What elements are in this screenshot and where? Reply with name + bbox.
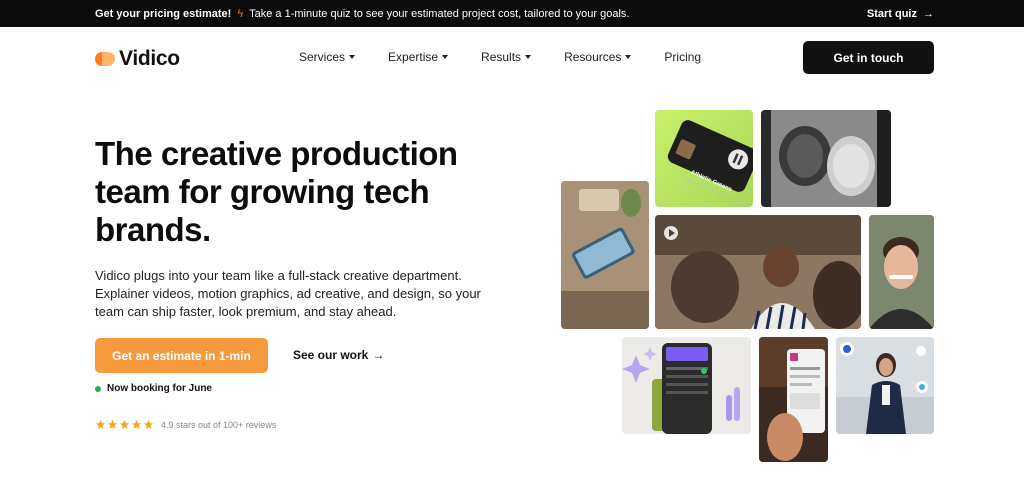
nav-item-pricing[interactable]: Pricing: [664, 50, 701, 64]
gallery-tile-app-ui[interactable]: [622, 337, 751, 434]
start-quiz-link[interactable]: Start quiz →: [867, 0, 934, 27]
friends-photo: [761, 110, 891, 207]
gallery-tile-cafe-video[interactable]: [655, 215, 861, 329]
logo-text: Vidico: [119, 47, 180, 70]
rating-text: 4.9 stars out of 100+ reviews: [161, 419, 277, 430]
arrow-right-icon: →: [372, 348, 385, 362]
phone-illustration: Athletic Greens Take your health and fit…: [667, 120, 753, 207]
gallery-tile-music-app[interactable]: Athletic Greens Take your health and fit…: [655, 110, 753, 207]
nav-item-label: Services: [299, 50, 346, 64]
caret-down-icon: [442, 55, 449, 59]
tablet-photo: [561, 181, 649, 329]
cafe-photo: [655, 215, 861, 329]
gallery-tile-tablet-photo[interactable]: [561, 181, 649, 329]
gallery-tile-phone-hand[interactable]: [759, 337, 828, 462]
announcement-bar: Get your pricing estimate! ϟ Take a 1-mi…: [0, 0, 1024, 27]
vidico-logo-icon: [95, 52, 115, 66]
see-our-work-link[interactable]: See our work →: [293, 348, 384, 362]
phone-hand-photo: [759, 337, 828, 462]
caret-down-icon: [349, 55, 356, 59]
rating: 4.9 stars out of 100+ reviews: [95, 419, 276, 430]
app-ui-illustration: [622, 337, 751, 434]
rating-stars: [95, 419, 154, 430]
start-quiz-label: Start quiz: [866, 7, 917, 20]
nav-item-results[interactable]: Results: [481, 50, 532, 64]
hero-title: The creative production team for growing…: [95, 135, 458, 248]
star-icon: [95, 419, 106, 429]
booking-text: Now booking for June: [107, 383, 212, 394]
star-icon: [143, 419, 154, 429]
star-icon: [107, 419, 118, 429]
nav-item-label: Expertise: [388, 50, 439, 64]
gallery-tile-friends-photo[interactable]: [761, 110, 891, 207]
hero-description: Vidico plugs into your team like a full-…: [95, 268, 481, 319]
gallery-tile-woman-office[interactable]: [836, 337, 934, 434]
announcement-text: Take a 1-minute quiz to see your estimat…: [249, 7, 630, 20]
get-estimate-button[interactable]: Get an estimate in 1-min: [95, 338, 268, 373]
see-our-work-label: See our work: [293, 348, 369, 362]
get-in-touch-button[interactable]: Get in touch: [803, 41, 934, 74]
caret-down-icon: [625, 55, 632, 59]
announcement-bold: Get your pricing estimate!: [95, 7, 232, 20]
star-icon: [119, 419, 130, 429]
nav-menu: Services Expertise Results Resources Pri…: [299, 50, 734, 64]
logo[interactable]: Vidico: [95, 47, 180, 71]
nav-item-label: Pricing: [664, 50, 702, 64]
woman-office-photo: [836, 337, 934, 434]
nav-item-label: Resources: [564, 50, 622, 64]
booking-status: Now booking for June: [95, 383, 212, 394]
announcement-message: Get your pricing estimate! ϟ Take a 1-mi…: [95, 0, 629, 27]
status-dot-icon: [95, 385, 101, 392]
nav-item-services[interactable]: Services: [299, 50, 356, 64]
nav-item-resources[interactable]: Resources: [564, 50, 632, 64]
nav-item-expertise[interactable]: Expertise: [388, 50, 449, 64]
lightning-icon: ϟ: [237, 7, 244, 20]
arrow-right-icon: →: [923, 7, 934, 20]
star-icon: [131, 419, 142, 429]
caret-down-icon: [525, 55, 532, 59]
gallery-tile-smiling-man[interactable]: [869, 215, 934, 329]
smiling-man-photo: [869, 215, 934, 329]
nav-item-label: Results: [481, 50, 522, 64]
